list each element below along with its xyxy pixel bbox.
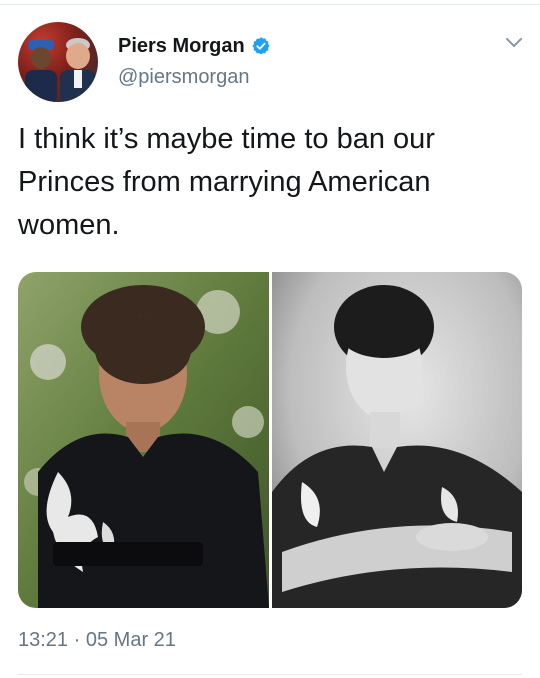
author-name[interactable]: Piers Morgan <box>118 35 245 58</box>
tweet-text-line: I think it’s maybe time to ban our <box>18 123 435 155</box>
tweet-text-line: Princes from marrying American <box>18 166 431 198</box>
media-photo-right[interactable] <box>272 272 522 608</box>
photo-woman-black-and-white <box>272 272 522 608</box>
tweet-date: 05 Mar 21 <box>85 629 176 651</box>
timestamp-separator: · <box>73 629 81 651</box>
bottom-divider <box>18 674 522 675</box>
tweet-time: 13:21 <box>18 629 69 651</box>
photo-woman-in-garden <box>18 272 269 608</box>
author-handle[interactable]: @piersmorgan <box>118 66 249 89</box>
top-divider <box>0 4 540 5</box>
avatar-person-right <box>60 38 96 102</box>
author-name-row: Piers Morgan <box>118 31 271 61</box>
avatar[interactable] <box>18 22 98 102</box>
tweet-timestamp[interactable]: 13:21 · 05 Mar 21 <box>18 629 176 652</box>
verified-badge-icon <box>252 37 270 55</box>
avatar-person-left <box>25 40 57 102</box>
media-photo-left[interactable] <box>18 272 269 608</box>
tweet-text-line: women. <box>18 209 120 241</box>
tweet-text: I think it’s maybe time to ban our Princ… <box>18 118 518 247</box>
chevron-down-icon[interactable] <box>505 37 523 49</box>
tweet-media[interactable] <box>18 272 522 608</box>
